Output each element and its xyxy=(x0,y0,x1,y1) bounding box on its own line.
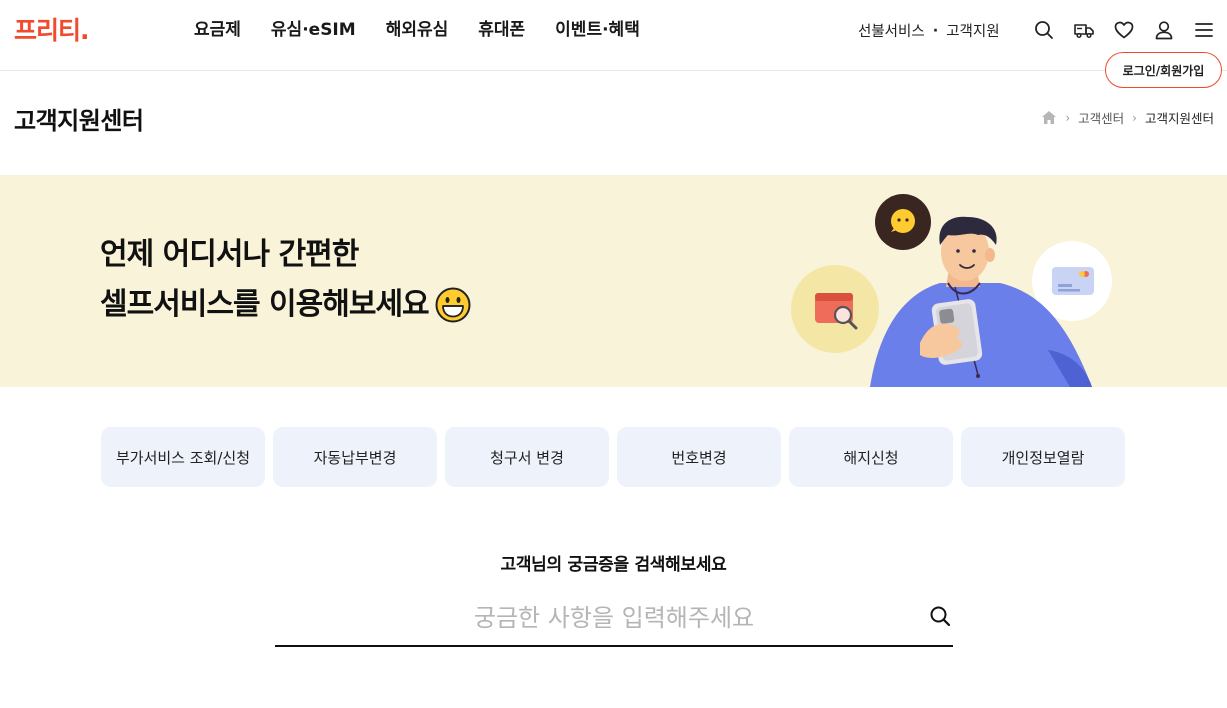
banner-headline-text: 셀프서비스를 이용해보세요 xyxy=(100,287,430,322)
utility-links: 선불서비스 · 고객지원 xyxy=(858,20,1000,41)
faq-search-box xyxy=(275,590,953,647)
page-title: 고객지원센터 xyxy=(14,107,144,135)
breadcrumb: › 고객센터 › 고객지원센터 xyxy=(1041,108,1214,127)
nav-item-global-usim[interactable]: 해외유심 xyxy=(386,18,449,42)
heart-icon[interactable] xyxy=(1112,18,1136,42)
support-agent-illustration xyxy=(791,194,1112,387)
separator-dot: · xyxy=(932,22,939,39)
quick-service-menu: 부가서비스 조회/신청 자동납부변경 청구서 변경 번호변경 해지신청 개인정보… xyxy=(101,427,1125,487)
delivery-truck-icon[interactable] xyxy=(1072,18,1096,42)
banner-headline-line2: 셀프서비스를 이용해보세요 xyxy=(100,285,471,325)
breadcrumb-item-customer-center[interactable]: 고객센터 xyxy=(1078,108,1124,127)
search-input[interactable] xyxy=(275,590,915,645)
logo-text: 프리티. xyxy=(14,16,89,45)
brand-logo[interactable]: 프리티. xyxy=(14,16,89,46)
search-icon[interactable] xyxy=(1032,18,1056,42)
privacy-view-button[interactable]: 개인정보열람 xyxy=(961,427,1125,487)
smiley-emoji-icon xyxy=(435,287,471,323)
number-change-button[interactable]: 번호변경 xyxy=(617,427,781,487)
self-service-banner: 언제 어디서나 간편한 셀프서비스를 이용해보세요 xyxy=(0,175,1227,387)
search-submit-icon[interactable] xyxy=(927,603,953,629)
chevron-right-icon: › xyxy=(1132,110,1137,125)
hamburger-menu-icon[interactable] xyxy=(1192,18,1216,42)
cancel-service-button[interactable]: 해지신청 xyxy=(789,427,953,487)
nav-item-plans[interactable]: 요금제 xyxy=(194,18,241,42)
customer-support-link[interactable]: 고객지원 xyxy=(946,20,999,41)
main-nav: 요금제 유심·eSIM 해외유심 휴대폰 이벤트·혜택 xyxy=(194,18,670,42)
user-icon[interactable] xyxy=(1152,18,1176,42)
breadcrumb-item-current: 고객지원센터 xyxy=(1144,111,1214,126)
chevron-right-icon: › xyxy=(1065,110,1071,125)
login-signup-tooltip[interactable]: 로그인/회원가입 xyxy=(1105,52,1222,88)
prepaid-service-link[interactable]: 선불서비스 xyxy=(858,20,925,41)
nav-item-usim-esim[interactable]: 유심·eSIM xyxy=(271,18,356,42)
nav-item-events[interactable]: 이벤트·혜택 xyxy=(555,18,640,42)
bill-change-button[interactable]: 청구서 변경 xyxy=(445,427,609,487)
addon-service-button[interactable]: 부가서비스 조회/신청 xyxy=(101,427,265,487)
nav-item-phones[interactable]: 휴대폰 xyxy=(478,18,525,42)
home-icon[interactable] xyxy=(1041,110,1057,125)
search-heading: 고객님의 궁금증을 검색해보세요 xyxy=(500,555,727,575)
site-header: 프리티. 요금제 유심·eSIM 해외유심 휴대폰 이벤트·혜택 선불서비스 ·… xyxy=(0,0,1227,71)
banner-headline-line1: 언제 어디서나 간편한 xyxy=(100,237,359,272)
auto-payment-button[interactable]: 자동납부변경 xyxy=(273,427,437,487)
